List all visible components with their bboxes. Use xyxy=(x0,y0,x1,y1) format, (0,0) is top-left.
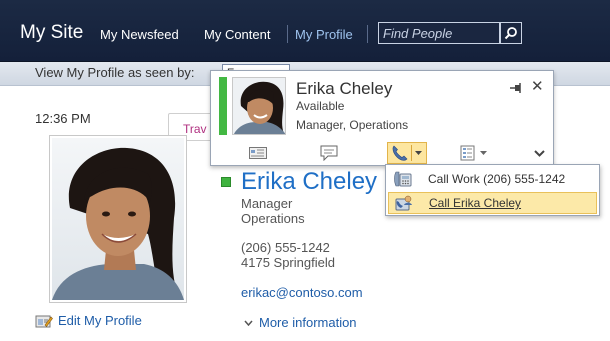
instant-message-button[interactable] xyxy=(316,142,342,164)
top-nav-bar: My Site My Newsfeed My Content My Profil… xyxy=(0,0,610,62)
card-icon xyxy=(460,145,474,161)
card-toolbar xyxy=(211,141,553,165)
nav-separator xyxy=(287,25,288,43)
call-person-label: Call Erika Cheley xyxy=(429,196,522,210)
call-dropdown-menu: Call Work (206) 555-1242 Call Erika Chel… xyxy=(385,164,600,216)
profile-department: Operations xyxy=(241,211,305,226)
search-button[interactable] xyxy=(500,22,522,44)
presence-indicator[interactable] xyxy=(221,177,231,187)
pin-icon xyxy=(510,83,521,93)
dropdown-arrow-icon xyxy=(479,150,487,155)
activity-timestamp: 12:36 PM xyxy=(35,111,91,126)
card-status: Available xyxy=(296,99,345,113)
profile-picture xyxy=(52,138,184,300)
profile-photo xyxy=(49,135,187,303)
phone-handset-icon xyxy=(394,171,412,187)
edit-profile-link[interactable]: Edit My Profile xyxy=(35,313,142,328)
close-button[interactable]: ✕ xyxy=(531,78,544,95)
dropdown-arrow-icon xyxy=(415,151,422,155)
chevron-down-icon xyxy=(244,320,253,326)
card-presence-bar xyxy=(219,77,227,135)
email-button[interactable] xyxy=(245,142,271,164)
more-information-label: More information xyxy=(259,315,357,330)
split-divider xyxy=(411,145,412,161)
im-icon xyxy=(320,145,338,161)
call-person-icon xyxy=(395,195,412,211)
nav-separator xyxy=(367,25,368,43)
status-bubble-text: Trav xyxy=(183,122,207,136)
more-information-link[interactable]: More information xyxy=(244,315,357,330)
profile-title: Manager xyxy=(241,196,293,211)
contact-card-menu-button[interactable] xyxy=(456,142,490,164)
people-search-input[interactable] xyxy=(379,23,499,43)
card-name: Erika Cheley xyxy=(296,79,393,98)
profile-name[interactable]: Erika Cheley xyxy=(241,168,377,196)
profile-office: 4175 Springfield xyxy=(241,255,335,270)
people-search-box xyxy=(378,22,500,44)
pin-button[interactable] xyxy=(509,81,523,95)
view-as-label: View My Profile as seen by: xyxy=(35,65,195,80)
close-icon: ✕ xyxy=(531,78,544,95)
call-person-menu-item[interactable]: Call Erika Cheley xyxy=(388,192,597,214)
edit-profile-icon xyxy=(35,315,53,327)
card-photo xyxy=(232,77,286,135)
profile-phone: (206) 555-1242 xyxy=(241,240,330,255)
profile-email-link[interactable]: erikac@contoso.com xyxy=(241,285,363,300)
card-job-title: Manager, Operations xyxy=(296,118,409,132)
expand-button[interactable] xyxy=(529,142,549,164)
edit-profile-label: Edit My Profile xyxy=(58,313,142,328)
card-picture xyxy=(233,78,285,134)
email-icon xyxy=(249,147,267,159)
nav-my-profile[interactable]: My Profile xyxy=(295,27,353,42)
phone-icon xyxy=(392,145,408,161)
expand-icon xyxy=(533,149,545,157)
search-icon xyxy=(504,27,517,40)
contact-card: Erika Cheley Available Manager, Operatio… xyxy=(210,70,554,166)
call-work-menu-item[interactable]: Call Work (206) 555-1242 xyxy=(388,168,597,190)
call-work-label: Call Work (206) 555-1242 xyxy=(428,172,566,186)
nav-my-newsfeed[interactable]: My Newsfeed xyxy=(100,27,179,42)
site-title[interactable]: My Site xyxy=(20,22,83,44)
phone-button[interactable] xyxy=(387,142,427,164)
nav-my-content[interactable]: My Content xyxy=(204,27,270,42)
